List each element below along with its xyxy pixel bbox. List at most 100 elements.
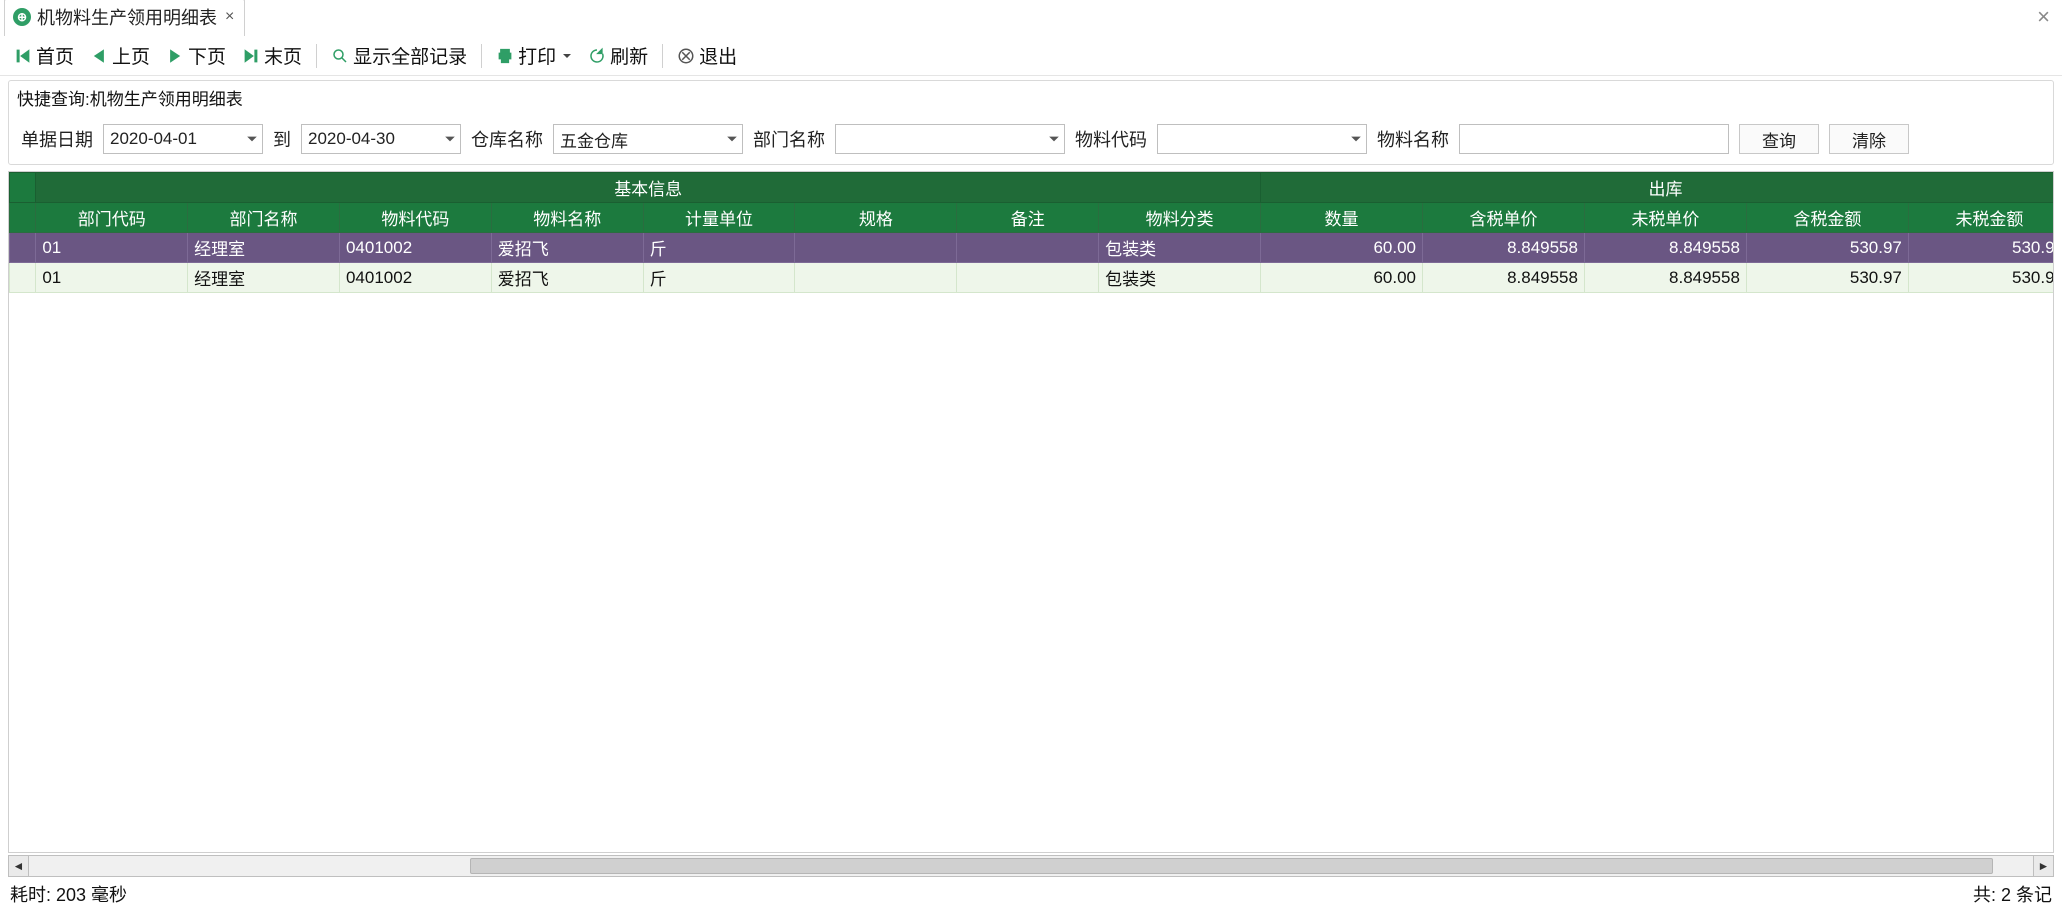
chevron-down-icon <box>1048 133 1060 145</box>
col-selector <box>10 203 36 233</box>
col-notaxprice[interactable]: 未税单价 <box>1584 203 1746 233</box>
table-cell[interactable]: 0401002 <box>339 263 491 293</box>
table-cell[interactable] <box>795 263 957 293</box>
first-page-icon <box>14 47 32 65</box>
status-total: 共: 2 条记 <box>1973 881 2052 907</box>
matname-input[interactable] <box>1459 124 1729 154</box>
table-cell[interactable]: 0401002 <box>339 233 491 263</box>
col-notaxamt[interactable]: 未税金额 <box>1908 203 2053 233</box>
tab-strip: ⊕ 机物料生产领用明细表 × × <box>0 0 2062 36</box>
warehouse-label: 仓库名称 <box>471 126 543 152</box>
refresh-button[interactable]: 刷新 <box>582 40 654 71</box>
close-icon[interactable]: × <box>225 8 234 26</box>
col-qty[interactable]: 数量 <box>1261 203 1423 233</box>
show-all-label: 显示全部记录 <box>353 42 467 69</box>
table-cell[interactable]: 经理室 <box>188 233 340 263</box>
col-remark[interactable]: 备注 <box>957 203 1099 233</box>
table-cell[interactable]: 530.97 <box>1908 233 2053 263</box>
table-cell[interactable]: 01 <box>36 233 188 263</box>
table-cell[interactable] <box>957 263 1099 293</box>
next-page-icon <box>166 47 184 65</box>
matcode-select[interactable] <box>1157 124 1367 154</box>
next-page-button[interactable]: 下页 <box>160 40 232 71</box>
table-cell[interactable]: 包装类 <box>1099 233 1261 263</box>
show-all-button[interactable]: 显示全部记录 <box>325 40 473 71</box>
refresh-label: 刷新 <box>610 42 648 69</box>
tab-report[interactable]: ⊕ 机物料生产领用明细表 × <box>4 0 245 36</box>
col-deptcode[interactable]: 部门代码 <box>36 203 188 233</box>
last-page-label: 末页 <box>264 42 302 69</box>
exit-label: 退出 <box>699 42 737 69</box>
chevron-down-icon <box>1350 133 1362 145</box>
table-cell[interactable]: 530.97 <box>1746 263 1908 293</box>
print-label: 打印 <box>518 42 556 69</box>
clear-button[interactable]: 清除 <box>1829 124 1909 154</box>
date-to-label: 到 <box>273 126 291 152</box>
table-cell[interactable]: 8.849558 <box>1584 263 1746 293</box>
col-matname[interactable]: 物料名称 <box>491 203 643 233</box>
matname-label: 物料名称 <box>1377 126 1449 152</box>
query-button[interactable]: 查询 <box>1739 124 1819 154</box>
col-deptname[interactable]: 部门名称 <box>188 203 340 233</box>
col-taxamt[interactable]: 含税金额 <box>1746 203 1908 233</box>
chevron-down-icon <box>246 133 258 145</box>
window-close-icon[interactable]: × <box>2037 4 2050 30</box>
warehouse-select[interactable]: 五金仓库 <box>553 124 743 154</box>
table-cell[interactable]: 60.00 <box>1261 233 1423 263</box>
date-to-value: 2020-04-30 <box>308 129 395 149</box>
table-cell[interactable] <box>10 263 36 293</box>
table-cell[interactable]: 8.849558 <box>1423 263 1585 293</box>
toolbar: 首页 上页 下页 末页 显示全部记录 打印 刷新 <box>0 36 2062 76</box>
scroll-track[interactable] <box>29 856 2033 876</box>
table-cell[interactable] <box>10 233 36 263</box>
scroll-left-arrow[interactable]: ◄ <box>9 856 29 876</box>
table-cell[interactable]: 530.97 <box>1908 263 2053 293</box>
last-page-button[interactable]: 末页 <box>236 40 308 71</box>
data-grid[interactable]: 基本信息 出库 部门代码 部门名称 物料代码 物料名称 计量单位 规格 备注 物… <box>9 172 2053 293</box>
table-cell[interactable] <box>957 233 1099 263</box>
chevron-down-icon <box>444 133 456 145</box>
col-matclass[interactable]: 物料分类 <box>1099 203 1261 233</box>
date-from-value: 2020-04-01 <box>110 129 197 149</box>
chevron-down-icon <box>726 133 738 145</box>
print-button[interactable]: 打印 <box>490 40 578 71</box>
table-cell[interactable]: 包装类 <box>1099 263 1261 293</box>
table-cell[interactable]: 经理室 <box>188 263 340 293</box>
next-page-label: 下页 <box>188 42 226 69</box>
status-elapsed: 耗时: 203 毫秒 <box>10 881 127 907</box>
dept-select[interactable] <box>835 124 1065 154</box>
date-to-input[interactable]: 2020-04-30 <box>301 124 461 154</box>
col-taxprice[interactable]: 含税单价 <box>1423 203 1585 233</box>
first-page-label: 首页 <box>36 42 74 69</box>
scroll-right-arrow[interactable]: ► <box>2033 856 2053 876</box>
prev-page-button[interactable]: 上页 <box>84 40 156 71</box>
table-cell[interactable]: 斤 <box>643 233 795 263</box>
first-page-button[interactable]: 首页 <box>8 40 80 71</box>
show-all-icon <box>331 47 349 65</box>
col-unit[interactable]: 计量单位 <box>643 203 795 233</box>
prev-page-label: 上页 <box>112 42 150 69</box>
table-row[interactable]: 01经理室0401002爱招飞斤包装类60.008.8495588.849558… <box>10 263 2054 293</box>
table-cell[interactable]: 8.849558 <box>1584 233 1746 263</box>
date-from-input[interactable]: 2020-04-01 <box>103 124 263 154</box>
exit-button[interactable]: 退出 <box>671 40 743 71</box>
exit-icon <box>677 47 695 65</box>
filter-title: 快捷查询:机物生产领用明细表 <box>9 81 2053 110</box>
table-cell[interactable]: 斤 <box>643 263 795 293</box>
scroll-thumb[interactable] <box>470 858 1993 874</box>
horizontal-scrollbar[interactable]: ◄ ► <box>8 855 2054 877</box>
table-row[interactable]: 01经理室0401002爱招飞斤包装类60.008.8495588.849558… <box>10 233 2054 263</box>
table-cell[interactable]: 爱招飞 <box>491 263 643 293</box>
warehouse-value: 五金仓库 <box>560 127 628 152</box>
table-cell[interactable]: 爱招飞 <box>491 233 643 263</box>
table-cell[interactable]: 530.97 <box>1746 233 1908 263</box>
table-cell[interactable]: 8.849558 <box>1423 233 1585 263</box>
chevron-down-icon <box>562 51 572 61</box>
table-cell[interactable] <box>795 233 957 263</box>
table-cell[interactable]: 60.00 <box>1261 263 1423 293</box>
table-cell[interactable]: 01 <box>36 263 188 293</box>
col-spec[interactable]: 规格 <box>795 203 957 233</box>
col-matcode[interactable]: 物料代码 <box>339 203 491 233</box>
filter-panel: 快捷查询:机物生产领用明细表 单据日期 2020-04-01 到 2020-04… <box>8 80 2054 165</box>
dept-label: 部门名称 <box>753 126 825 152</box>
